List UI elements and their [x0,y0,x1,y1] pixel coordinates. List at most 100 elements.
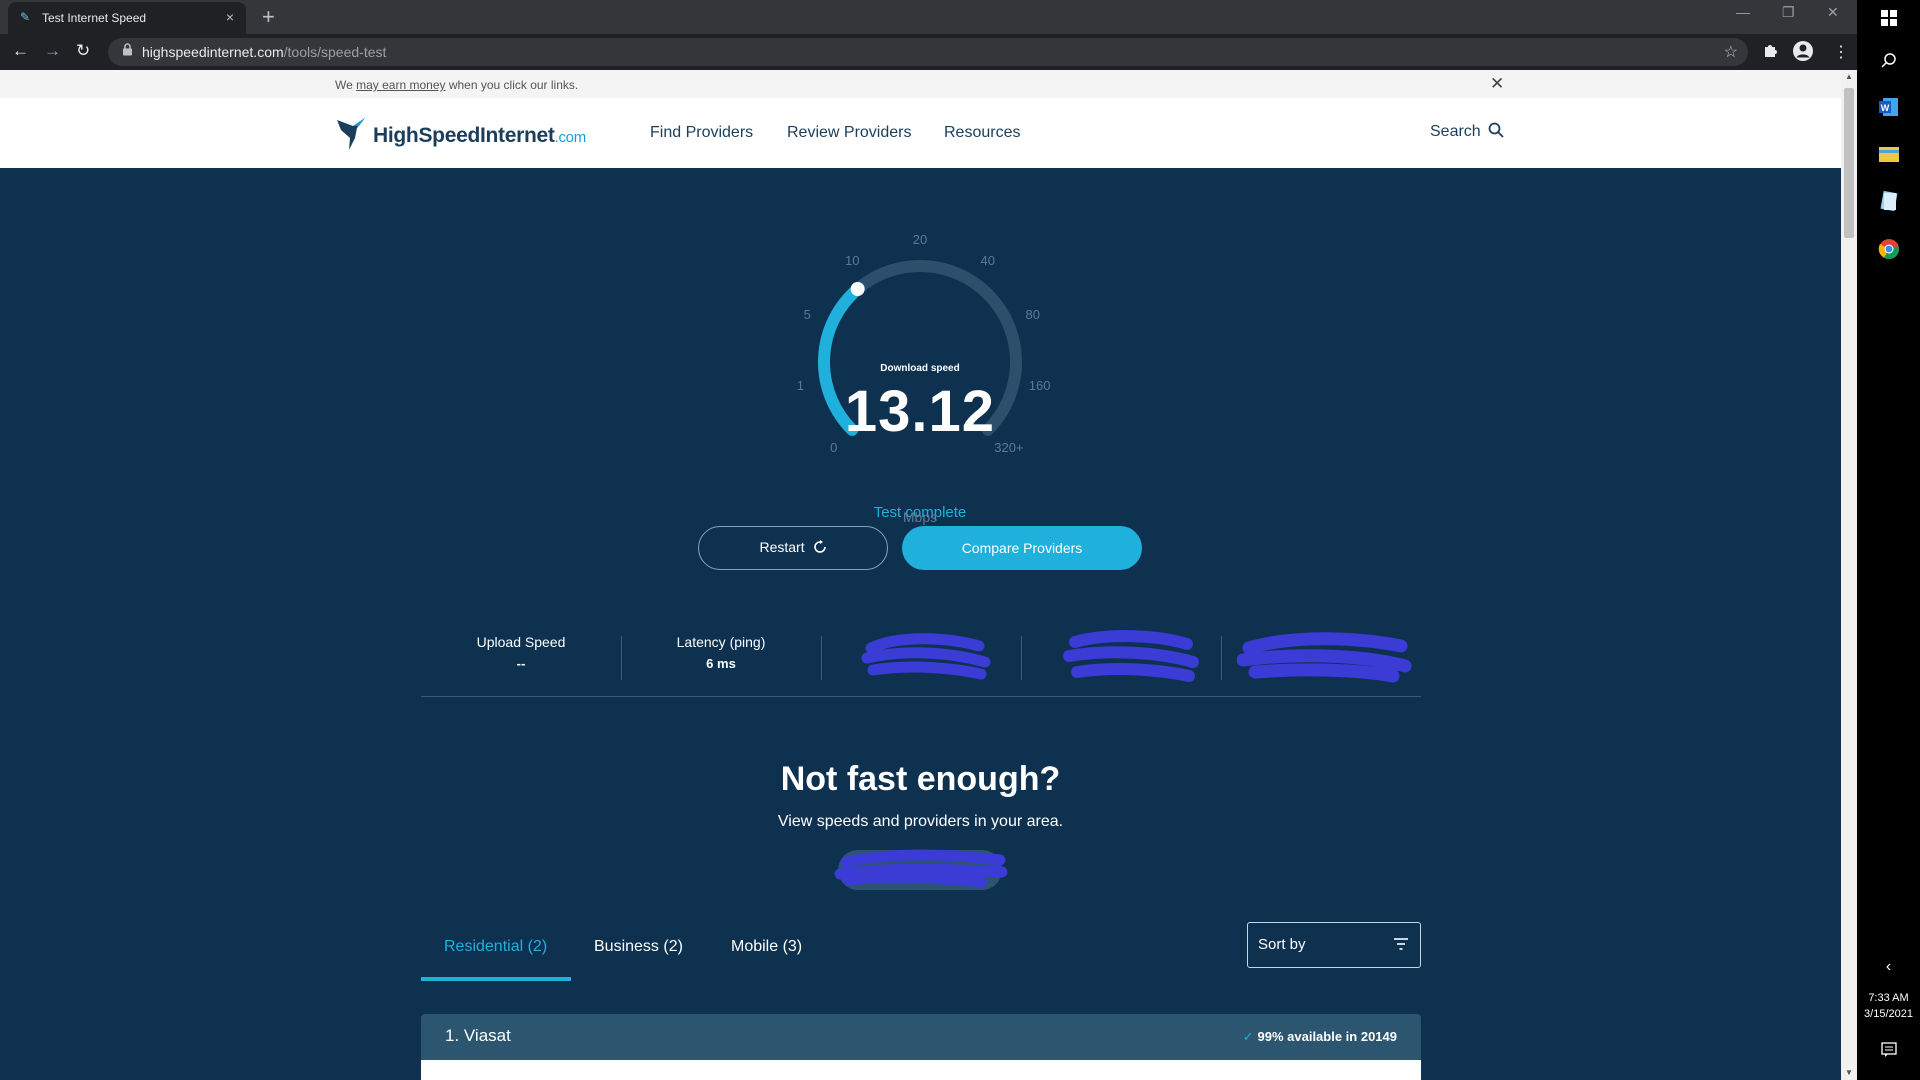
stat-divider [1021,636,1022,680]
site-favicon-icon: ✎ [20,10,31,24]
gauge-needle-knob [850,282,865,297]
disclosure-text: We may earn money when you click our lin… [335,78,578,92]
browser-chrome: ✎ Test Internet Speed × + — ❐ ✕ ← → ↻ hi… [0,0,1857,70]
latency-stat: Latency (ping) 6 ms [621,620,821,692]
close-window-icon[interactable]: ✕ [1827,4,1839,21]
redacted-stat-scribble [861,633,991,680]
tab-mobile[interactable]: Mobile (3) [731,938,802,956]
gauge-tick: 80 [1025,307,1040,323]
download-speed-gauge: Test complete 0 1 5 10 20 40 80 160 320+… [760,200,1080,530]
disclosure-link[interactable]: may earn money [356,78,445,92]
system-clock[interactable]: 7:33 AM 3/15/2021 [1857,990,1920,1022]
reload-icon[interactable]: ↻ [76,41,90,61]
restart-icon [813,540,826,553]
restart-button[interactable]: Restart [698,526,888,570]
scrollbar-thumb[interactable] [1844,88,1854,238]
browser-toolbar: ← → ↻ highspeedinternet.com/tools/speed-… [0,34,1857,70]
disclosure-close-icon[interactable]: ✕ [1490,74,1504,94]
upload-speed-label: Upload Speed [476,634,566,650]
notepad-app-icon[interactable] [1857,190,1920,217]
availability-text: 99% available in 20149 [1257,1029,1397,1044]
scroll-up-arrow-icon[interactable]: ▲ [1845,72,1853,81]
gauge-tick: 20 [912,232,928,247]
search-icon [1488,122,1504,138]
stat-divider [821,636,822,680]
action-center-icon[interactable] [1857,1042,1920,1063]
taskbar-collapse-chevron-icon[interactable]: ‹ [1857,958,1920,976]
url-text: highspeedinternet.com/tools/speed-test [142,44,386,60]
gauge-title: Download speed [880,363,960,374]
tab-close-icon[interactable]: × [226,9,234,25]
upload-speed-stat: Upload Speed -- [421,620,621,692]
gauge-unit: Mbps [902,509,938,525]
gauge-tick: 5 [803,307,811,323]
windows-start-icon[interactable] [1857,10,1920,31]
tab-strip: ✎ Test Internet Speed × + — ❐ ✕ [0,0,1857,34]
provider-availability: ✓ 99% available in 20149 [1243,1029,1397,1045]
browser-menu-icon[interactable]: ⋮ [1833,42,1849,62]
gauge-tick: 40 [980,252,995,268]
nav-find-providers[interactable]: Find Providers [650,124,753,142]
logo-wordmark: HighSpeedInternet.com [373,124,586,148]
extensions-puzzle-icon[interactable] [1762,42,1778,63]
clock-date: 3/15/2021 [1864,1008,1913,1020]
tab-business[interactable]: Business (2) [594,938,683,956]
section-divider [421,696,1421,697]
disclosure-suffix: when you click our links. [445,78,579,92]
profile-avatar-icon[interactable] [1792,40,1814,67]
logo-main: HighSpeedInternet [373,124,555,147]
redacted-stat-scribble [1063,630,1199,682]
promo-subline: View speeds and providers in your area. [777,813,1064,830]
download-speed-value: 13.12 [844,379,996,444]
file-explorer-icon[interactable] [1857,144,1920,169]
active-tab-indicator [421,977,571,981]
latency-value: 6 ms [706,656,736,671]
nav-resources[interactable]: Resources [944,124,1020,142]
filter-lines-icon [1394,938,1408,950]
windows-taskbar: W ‹ 7:33 AM 3/15/2021 [1857,0,1920,1080]
scroll-down-arrow-icon[interactable]: ▼ [1845,1068,1853,1077]
clock-time: 7:33 AM [1868,992,1909,1004]
logo-tld: .com [554,129,587,146]
affiliate-disclosure-bar: We may earn money when you click our lin… [0,70,1841,98]
lock-icon [122,43,133,59]
forward-arrow-icon[interactable]: → [44,41,61,61]
page-scrollbar[interactable]: ▲ ▼ [1841,70,1857,1080]
chrome-app-icon[interactable] [1857,238,1920,265]
disclosure-prefix: We [335,78,357,92]
search-button[interactable]: Search [1430,122,1504,141]
nav-review-providers[interactable]: Review Providers [787,124,911,142]
provider-card-header: 1. Viasat ✓ 99% available in 20149 [421,1014,1421,1060]
taskbar-search-icon[interactable] [1857,52,1920,73]
bookmark-star-icon[interactable]: ☆ [1724,42,1738,62]
provider-name: 1. Viasat [445,1026,511,1045]
redacted-zip-scribble [834,849,1008,888]
tab-residential[interactable]: Residential (2) [444,938,547,956]
sort-by-label: Sort by [1258,936,1306,953]
latency-label: Latency (ping) [676,634,766,650]
browser-tab-active[interactable]: ✎ Test Internet Speed × [8,2,246,34]
provider-card-body [421,1060,1421,1080]
minimize-window-icon[interactable]: — [1736,4,1750,20]
restore-window-icon[interactable]: ❐ [1782,4,1795,21]
promo-headline: Not fast enough? [780,760,1061,798]
restart-label: Restart [759,539,805,555]
check-icon: ✓ [1242,1029,1254,1044]
provider-card: 1. Viasat ✓ 99% available in 20149 [421,1014,1421,1080]
stat-divider [1221,636,1222,680]
browser-tab-title: Test Internet Speed [42,11,147,25]
gauge-tick: 10 [844,252,860,268]
word-app-icon[interactable]: W [1857,96,1920,123]
site-header: HighSpeedInternet.com Find Providers Rev… [0,98,1841,168]
redacted-stat-scribble [1237,632,1412,683]
speed-stats-row: Upload Speed -- Latency (ping) 6 ms [421,620,1421,692]
new-tab-button[interactable]: + [262,4,275,30]
search-label: Search [1430,123,1481,140]
svg-text:W: W [1880,103,1889,113]
address-bar[interactable]: highspeedinternet.com/tools/speed-test ☆ [108,38,1748,66]
url-host: highspeedinternet.com [142,44,284,60]
upload-speed-value: -- [516,656,526,671]
sort-by-dropdown[interactable]: Sort by [1247,922,1421,968]
back-arrow-icon[interactable]: ← [12,41,29,61]
compare-providers-button[interactable]: Compare Providers [902,526,1142,570]
